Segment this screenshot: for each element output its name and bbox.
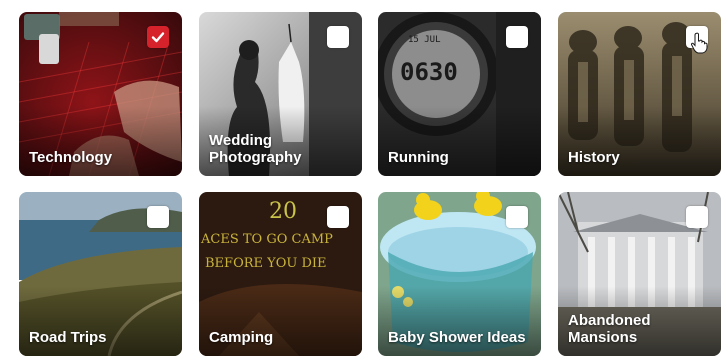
interest-tile-technology[interactable]: Technology — [19, 12, 182, 176]
unselected-checkbox[interactable] — [327, 206, 349, 228]
tile-label: Road Trips — [29, 329, 107, 346]
tile-label: Technology — [29, 149, 113, 166]
tile-label: Abandoned Mansions — [568, 312, 651, 346]
poster-line2-text: BEFORE YOU DIE — [205, 256, 327, 271]
tile-label: Camping — [209, 329, 274, 346]
interest-tile-camping[interactable]: 20 ACES TO GO CAMP BEFORE YOU DIE Campin… — [199, 192, 362, 356]
unselected-checkbox[interactable] — [327, 26, 349, 48]
hand-pointer-icon — [690, 32, 708, 54]
tile-label: Baby Shower Ideas — [388, 329, 526, 346]
tile-label: Wedding Photography — [209, 132, 302, 166]
tile-label: History — [568, 149, 620, 166]
tile-label: Running — [388, 149, 449, 166]
poster-number-text: 20 — [269, 199, 297, 224]
watch-time-text: 0630 — [400, 58, 458, 86]
unselected-checkbox[interactable] — [506, 26, 528, 48]
watch-date-text: 15 JUL — [408, 35, 441, 45]
checkmark-icon — [151, 32, 165, 43]
interest-tile-running[interactable]: 15 JUL 0630 Running — [378, 12, 541, 176]
unselected-checkbox[interactable] — [686, 206, 708, 228]
interest-tile-road-trips[interactable]: Road Trips — [19, 192, 182, 356]
poster-line1-text: ACES TO GO CAMP — [200, 232, 333, 247]
interest-tile-wedding-photography[interactable]: Wedding Photography — [199, 12, 362, 176]
selected-checkbox[interactable] — [147, 26, 169, 48]
unselected-checkbox[interactable] — [506, 206, 528, 228]
unselected-checkbox[interactable] — [147, 206, 169, 228]
interest-grid: Technology Wedding Photography 15 JUL 06… — [0, 0, 724, 363]
interest-tile-baby-shower-ideas[interactable]: Baby Shower Ideas — [378, 192, 541, 356]
interest-tile-abandoned-mansions[interactable]: Abandoned Mansions — [558, 192, 721, 356]
